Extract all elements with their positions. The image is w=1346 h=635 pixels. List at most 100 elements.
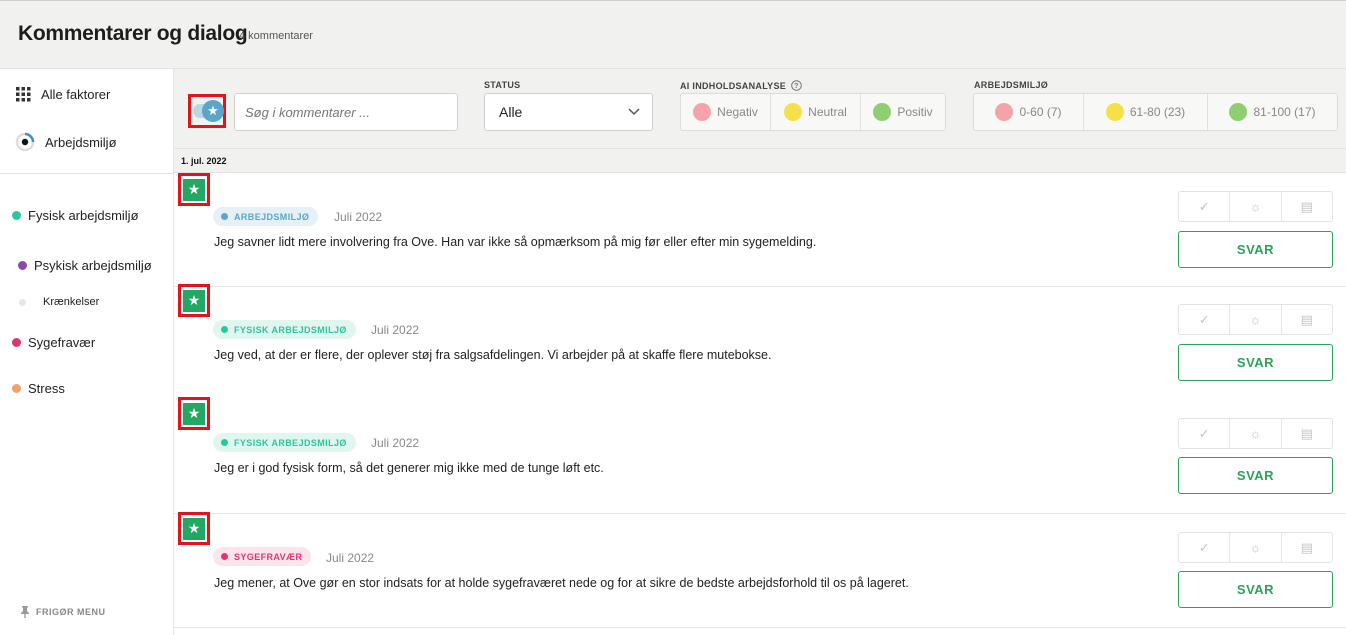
comment-text: Jeg ved, at der er flere, der oplever st… bbox=[214, 348, 772, 362]
message-icon[interactable]: ▤ bbox=[1282, 305, 1332, 334]
env-option-high[interactable]: 81-100 (17) bbox=[1208, 94, 1337, 130]
env-option-label: 61-80 (23) bbox=[1129, 105, 1186, 119]
star-icon: ★ bbox=[183, 517, 205, 540]
factor-dot bbox=[12, 210, 21, 220]
star-icon: ★ bbox=[183, 402, 205, 425]
star-button[interactable]: ★ bbox=[178, 173, 210, 206]
environment-label: ARBEJDSMILJØ bbox=[974, 80, 1049, 90]
ai-analysis-label-text: AI INDHOLDSANALYSE bbox=[680, 80, 787, 91]
svg-text:?: ? bbox=[794, 81, 799, 90]
status-label: STATUS bbox=[484, 80, 521, 90]
ai-option-neutral[interactable]: Neutral bbox=[771, 94, 861, 130]
comment-actions: ✓ ☼ ▤ bbox=[1178, 418, 1333, 449]
lightbulb-icon[interactable]: ☼ bbox=[1230, 305, 1282, 334]
star-icon: ★ bbox=[183, 289, 205, 312]
sidebar-item-kraenkelser[interactable]: Krænkelser bbox=[0, 292, 174, 312]
ai-analysis-filter: Negativ Neutral Positiv bbox=[680, 93, 946, 131]
comment-tag: FYSISK ARBEJDSMILJØ bbox=[213, 320, 356, 339]
star-icon: ★ bbox=[183, 178, 205, 201]
free-menu-label: FRIGØR MENU bbox=[36, 607, 106, 617]
comment-tag: SYGEFRAVÆR bbox=[213, 547, 312, 566]
message-icon[interactable]: ▤ bbox=[1282, 419, 1332, 448]
ai-option-positive[interactable]: Positiv bbox=[861, 94, 945, 130]
check-icon[interactable]: ✓ bbox=[1179, 192, 1231, 221]
comment-tag: FYSISK ARBEJDSMILJØ bbox=[213, 433, 356, 452]
sidebar-item-label: Psykisk arbejdsmiljø bbox=[34, 257, 152, 273]
sidebar-item-label: Arbejdsmiljø bbox=[45, 134, 117, 150]
env-option-mid[interactable]: 61-80 (23) bbox=[1084, 94, 1208, 130]
page-title: Kommentarer og dialog bbox=[18, 22, 248, 45]
tag-dot bbox=[221, 439, 228, 446]
factor-dot bbox=[19, 298, 26, 306]
env-option-label: 81-100 (17) bbox=[1253, 105, 1316, 119]
comment-text: Jeg er i god fysisk form, så det generer… bbox=[214, 461, 604, 475]
comment-actions: ✓ ☼ ▤ bbox=[1178, 191, 1333, 222]
factor-dot bbox=[12, 337, 21, 347]
lightbulb-icon[interactable]: ☼ bbox=[1230, 192, 1282, 221]
comment-actions: ✓ ☼ ▤ bbox=[1178, 304, 1333, 335]
status-select[interactable]: Alle bbox=[484, 93, 653, 131]
sidebar-item-all-factors[interactable]: Alle faktorer bbox=[0, 83, 174, 105]
star-filter-toggle[interactable]: ★ bbox=[188, 94, 226, 128]
lightbulb-icon[interactable]: ☼ bbox=[1230, 533, 1282, 562]
comment-card: ★ FYSISK ARBEJDSMILJØ Juli 2022 Jeg er i… bbox=[174, 397, 1346, 514]
help-icon[interactable]: ? bbox=[791, 80, 802, 91]
sad-face-icon bbox=[995, 103, 1014, 121]
sidebar-item-sygefravaer[interactable]: Sygefravær bbox=[0, 331, 174, 353]
tag-dot bbox=[221, 213, 228, 220]
star-button[interactable]: ★ bbox=[178, 512, 210, 545]
check-icon[interactable]: ✓ bbox=[1179, 419, 1231, 448]
ai-option-negative[interactable]: Negativ bbox=[681, 94, 771, 130]
star-button[interactable]: ★ bbox=[178, 397, 210, 430]
environment-filter: 0-60 (7) 61-80 (23) 81-100 (17) bbox=[973, 93, 1338, 131]
env-option-low[interactable]: 0-60 (7) bbox=[974, 94, 1084, 130]
tag-label: FYSISK ARBEJDSMILJØ bbox=[234, 324, 347, 335]
sidebar-item-fysisk[interactable]: Fysisk arbejdsmiljø bbox=[0, 204, 174, 226]
sidebar-item-label: Fysisk arbejdsmiljø bbox=[28, 207, 139, 223]
comment-date: Juli 2022 bbox=[326, 551, 375, 565]
ai-option-label: Neutral bbox=[808, 105, 847, 119]
tag-label: ARBEJDSMILJØ bbox=[234, 211, 310, 222]
reply-button[interactable]: SVAR bbox=[1178, 571, 1333, 608]
ai-analysis-label: AI INDHOLDSANALYSE ? bbox=[680, 80, 802, 91]
reply-button[interactable]: SVAR bbox=[1178, 231, 1333, 268]
reply-button[interactable]: SVAR bbox=[1178, 344, 1333, 381]
comment-actions: ✓ ☼ ▤ bbox=[1178, 532, 1333, 563]
sidebar-item-arbejdsmiljo[interactable]: Arbejdsmiljø bbox=[0, 131, 174, 153]
message-icon[interactable]: ▤ bbox=[1282, 533, 1332, 562]
tag-dot bbox=[221, 326, 228, 333]
page-header: Kommentarer og dialog 4 kommentarer bbox=[0, 0, 1346, 69]
neutral-face-icon bbox=[784, 103, 803, 121]
sidebar-item-psykisk[interactable]: Psykisk arbejdsmiljø bbox=[0, 254, 174, 276]
toggle-track: ★ bbox=[193, 100, 224, 122]
grid-icon bbox=[16, 86, 31, 101]
check-icon[interactable]: ✓ bbox=[1179, 305, 1231, 334]
sidebar-item-stress[interactable]: Stress bbox=[0, 377, 174, 399]
sidebar-item-label: Krænkelser bbox=[43, 296, 100, 308]
comment-count: 4 kommentarer bbox=[239, 30, 313, 42]
star-icon: ★ bbox=[202, 100, 224, 122]
sad-face-icon bbox=[693, 103, 712, 121]
pin-icon bbox=[21, 606, 29, 618]
star-button[interactable]: ★ bbox=[178, 284, 210, 317]
date-group-label: 1. jul. 2022 bbox=[181, 156, 227, 166]
comment-card: ★ ARBEJDSMILJØ Juli 2022 Jeg savner lidt… bbox=[174, 173, 1346, 287]
sidebar-item-label: Stress bbox=[28, 380, 65, 396]
happy-face-icon bbox=[873, 103, 892, 121]
comment-date: Juli 2022 bbox=[371, 323, 420, 337]
sidebar-divider bbox=[0, 173, 174, 174]
tag-label: FYSISK ARBEJDSMILJØ bbox=[234, 437, 347, 448]
lightbulb-icon[interactable]: ☼ bbox=[1230, 419, 1282, 448]
free-menu-button[interactable]: FRIGØR MENU bbox=[20, 606, 106, 618]
comment-date: Juli 2022 bbox=[371, 436, 420, 450]
factor-dot bbox=[12, 383, 21, 393]
neutral-face-icon bbox=[1105, 103, 1124, 121]
sidebar: Alle faktorer Arbejdsmiljø Fysisk arbejd… bbox=[0, 69, 174, 635]
comment-card: ★ FYSISK ARBEJDSMILJØ Juli 2022 Jeg ved,… bbox=[174, 284, 1346, 401]
search-input[interactable] bbox=[234, 93, 458, 131]
check-icon[interactable]: ✓ bbox=[1179, 533, 1231, 562]
comment-date: Juli 2022 bbox=[334, 210, 383, 224]
reply-button[interactable]: SVAR bbox=[1178, 457, 1333, 494]
message-icon[interactable]: ▤ bbox=[1282, 192, 1332, 221]
comment-card: ★ SYGEFRAVÆR Juli 2022 Jeg mener, at Ove… bbox=[174, 512, 1346, 628]
